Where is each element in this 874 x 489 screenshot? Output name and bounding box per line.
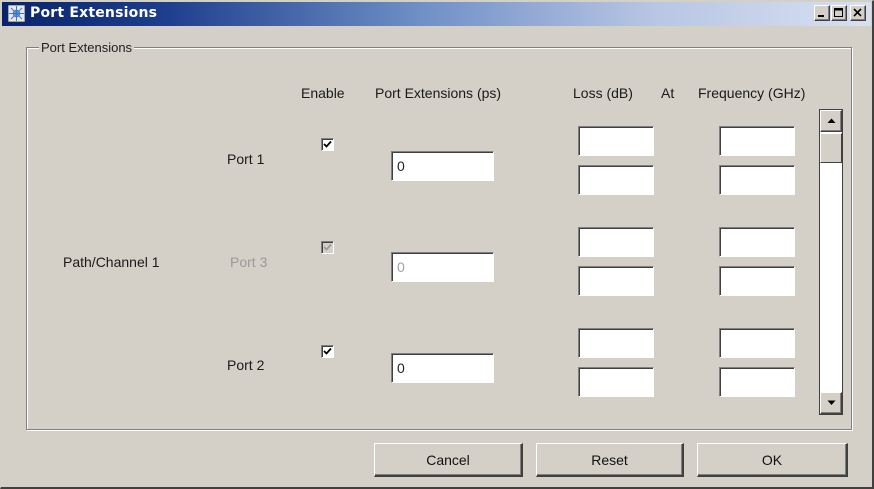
cancel-button[interactable]: Cancel <box>374 443 523 477</box>
port-3-loss-input-1[interactable] <box>578 227 654 257</box>
port-2-frequency-input-1[interactable] <box>719 328 795 358</box>
port-1-frequency-input-1[interactable] <box>719 126 795 156</box>
minimize-button[interactable] <box>814 5 830 21</box>
window-title: Port Extensions <box>30 5 158 21</box>
group-legend: Port Extensions <box>39 40 135 55</box>
ok-button[interactable]: OK <box>697 443 848 477</box>
scroll-down-button[interactable] <box>820 392 842 414</box>
close-button[interactable] <box>850 5 866 21</box>
at-label: At <box>661 85 675 101</box>
port-2-frequency-input-2[interactable] <box>719 367 795 397</box>
port-1-extension-input[interactable]: 0 <box>391 151 494 181</box>
port-1-frequency-input-2[interactable] <box>719 165 795 195</box>
scroll-thumb[interactable] <box>820 133 842 163</box>
port-1-loss-input-1[interactable] <box>578 126 654 156</box>
port-1-loss-input-2[interactable] <box>578 165 654 195</box>
port-3-loss-input-2[interactable] <box>578 266 654 296</box>
port-2-extension-input[interactable]: 0 <box>391 353 494 383</box>
port-label: Port 2 <box>227 357 265 373</box>
arrow-up-icon <box>827 118 836 123</box>
scroll-up-button[interactable] <box>820 110 842 132</box>
port-3-extension-input: 0 <box>391 252 494 282</box>
port-3-frequency-input-2[interactable] <box>719 266 795 296</box>
minimize-icon <box>818 15 824 17</box>
port-2-loss-input-2[interactable] <box>578 367 654 397</box>
port-extensions-dialog: Port Extensions Port Extensions Enable P… <box>0 0 874 489</box>
port-2-enable-checkbox[interactable] <box>321 345 334 358</box>
vertical-scrollbar[interactable] <box>819 109 843 415</box>
port-1-enable-checkbox[interactable] <box>321 138 334 151</box>
checkmark-icon <box>323 243 332 251</box>
port-label: Port 3 <box>230 254 268 270</box>
loss-column-header: Loss (dB) <box>573 85 633 101</box>
maximize-button[interactable] <box>831 5 847 21</box>
port-2-loss-input-1[interactable] <box>578 328 654 358</box>
path-channel-label: Path/Channel 1 <box>63 254 160 270</box>
close-icon <box>853 8 862 17</box>
port-3-enable-checkbox <box>321 241 334 254</box>
arrow-down-icon <box>827 400 836 405</box>
reset-button[interactable]: Reset <box>536 443 684 477</box>
port-3-frequency-input-1[interactable] <box>719 227 795 257</box>
port-label: Port 1 <box>227 151 265 167</box>
checkmark-icon <box>323 140 332 148</box>
checkmark-icon <box>323 347 332 355</box>
enable-column-header: Enable <box>301 85 345 101</box>
title-bar[interactable]: Port Extensions <box>2 2 871 26</box>
network-analyzer-icon <box>7 4 26 23</box>
frequency-column-header: Frequency (GHz) <box>698 85 806 101</box>
maximize-icon <box>834 8 843 17</box>
port-extensions-column-header: Port Extensions (ps) <box>375 85 502 101</box>
